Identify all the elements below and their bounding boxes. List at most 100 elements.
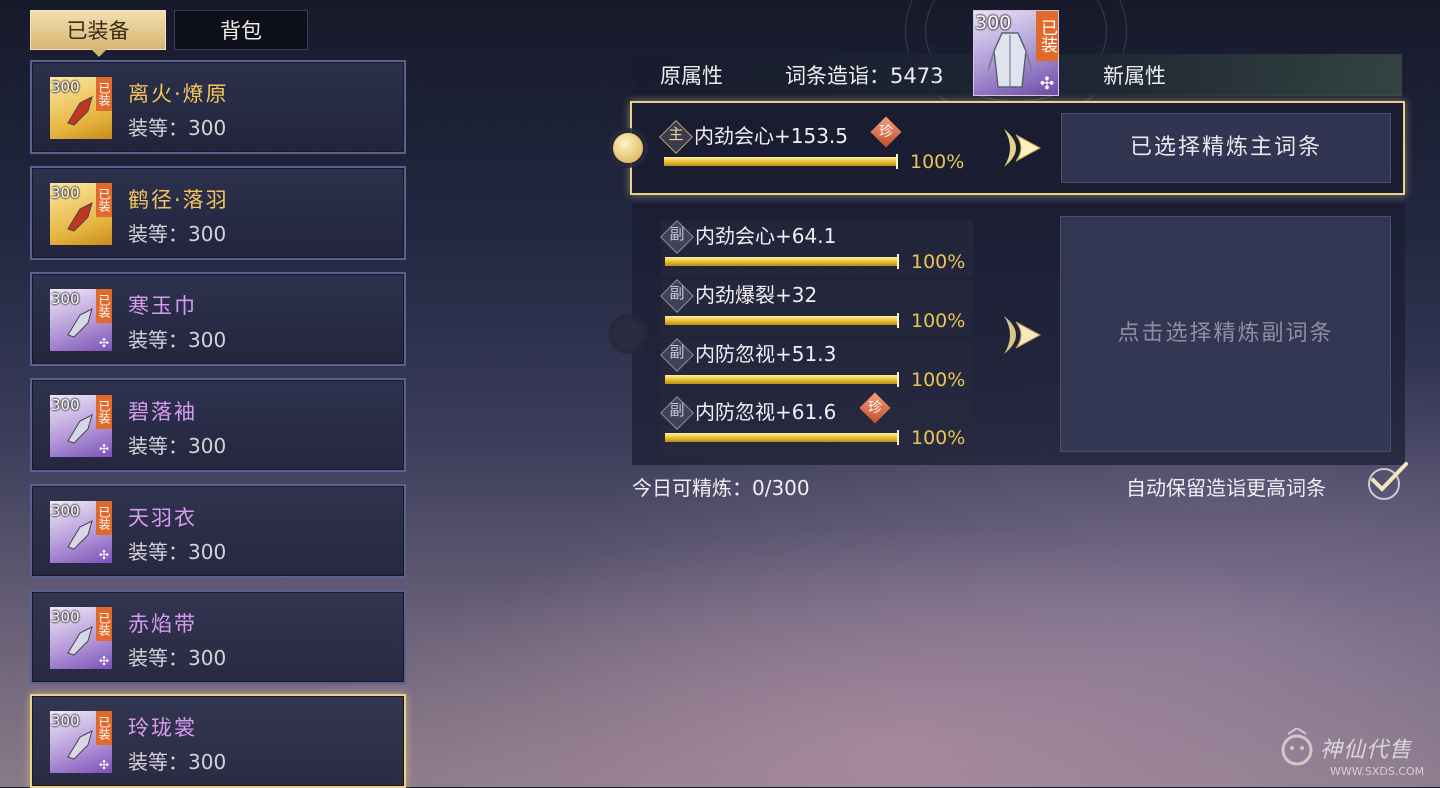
equipped-badge: 已装 [96,501,112,535]
equipment-level: 装等：300 [128,434,227,458]
sub-tag-label: 副 [669,401,685,419]
equipment-name: 玲珑裳 [128,716,197,740]
equipment-art-icon [67,730,93,760]
equipment-icon: 300 已装 ✣ [50,501,112,563]
equipment-name: 鹤径·落羽 [128,188,229,212]
equipment-art-icon [67,520,93,550]
refine-arrow-icon [1004,316,1042,354]
equipment-level: 装等：300 [128,222,227,246]
flower-icon: ✣ [98,336,110,350]
equipment-icon: 300 已装 ✣ [50,607,112,669]
rare-label: 珍 [868,400,882,416]
sub-attribute-row[interactable]: 副内劲爆裂+32 100% [660,279,973,336]
original-attributes-label: 原属性 [660,64,723,88]
equipped-badge: 已装 [96,395,112,429]
sub-attribute-row[interactable]: 副内劲会心+64.1 100% [660,220,973,277]
sub-attribute-text: 内劲会心+64.1 [695,224,837,248]
progress-end-mark [897,313,899,328]
equipment-list-item[interactable]: 300 已装 ✣ 寒玉巾装等：300 [30,272,406,366]
main-selected-indicator [613,133,643,163]
tab-bag[interactable]: 背包 [174,10,308,50]
sub-attribute-text: 内防忽视+51.3 [695,342,837,366]
sub-attribute-text: 内劲爆裂+32 [695,283,818,307]
select-sub-attribute-button[interactable]: 点击选择精炼副词条 [1060,216,1391,452]
equipment-level: 装等：300 [128,328,227,352]
progress-fill [664,157,896,166]
equipment-icon: 300 已装 ✣ [50,289,112,351]
sub-progress-bar [665,313,899,328]
watermark-logo [1281,728,1313,766]
equipment-name: 天羽衣 [128,506,197,530]
equipment-level: 装等：300 [128,540,227,564]
equipment-name: 寒玉巾 [128,294,197,318]
equipment-art-icon [67,202,93,232]
sub-select-indicator [613,319,643,349]
equipment-icon: 300 已装 ✣ [50,395,112,457]
sub-percent-label: 100% [911,251,966,273]
equipment-icon: 300 已装 ✣ [50,711,112,773]
flower-icon: ✣ [98,442,110,456]
sub-tag-label: 副 [669,284,685,302]
main-selected-button[interactable]: 已选择精炼主词条 [1061,113,1391,183]
main-attribute-row[interactable]: 主 内劲会心+153.5 珍 100% [659,116,972,177]
new-attributes-label: 新属性 [1103,64,1166,88]
auto-keep-checkbox[interactable] [1368,462,1408,500]
item-level-number: 300 [51,396,80,414]
sub-attribute-text: 内防忽视+61.6 [695,400,837,424]
equipment-art-icon [67,308,93,338]
main-percent-label: 100% [910,151,965,173]
item-level-number: 300 [51,290,80,308]
rare-label: 珍 [879,124,893,140]
refine-arrow-icon [1004,129,1042,167]
equipped-badge: 已装 [96,289,112,323]
equipment-list-item[interactable]: 300 已装 ✣ 玲珑裳 装等：300 [30,694,406,788]
progress-fill [665,257,897,266]
equipment-list-item[interactable]: 300 已装 ✣ 天羽衣装等：300 [30,484,406,578]
watermark-text: 神仙代售 [1320,738,1413,763]
equipment-icon: 300 已装 [50,77,112,139]
equipment-list-item[interactable]: 300 已装 ✣ 碧落袖装等：300 [30,378,406,472]
equipment-list-item[interactable]: 300 已装 ✣ 赤焰带 装等：300 [30,590,406,684]
equipment-list-item[interactable]: 300 已装 鹤径·落羽 装等：300 [30,166,406,260]
selected-equipment-icon: 300 已装 ✣ [973,10,1059,96]
sub-progress-bar [665,430,899,445]
equipment-art-icon [67,626,93,656]
equipment-list-item[interactable]: 300 已装 离火·燎原 装等：300 [30,60,406,154]
sub-attribute-row[interactable]: 副内防忽视+51.3 100% [660,338,973,395]
item-level-number: 300 [51,78,80,96]
item-level-number: 300 [51,502,80,520]
equipment-name: 赤焰带 [128,612,197,636]
flower-icon: ✣ [98,654,110,668]
daily-refine-count: 今日可精炼：0/300 [632,476,810,500]
sub-percent-label: 100% [911,310,966,332]
sub-tag-label: 副 [669,343,685,361]
progress-end-mark [897,430,899,445]
sub-tag-label: 副 [669,225,685,243]
sub-attribute-row[interactable]: 副内防忽视+61.6 珍 100% [660,392,973,453]
item-level-number: 300 [975,12,1012,34]
sub-progress-bar [665,254,899,269]
equipment-name: 碧落袖 [128,400,197,424]
progress-end-mark [897,254,899,269]
main-attribute-text: 内劲会心+153.5 [694,124,849,148]
tab-equipped[interactable]: 已装备 [30,10,166,57]
progress-fill [665,433,897,442]
main-tag-label: 主 [668,125,684,143]
equipped-badge: 已装 [1036,11,1058,61]
flower-icon: ✣ [98,758,110,772]
progress-fill [665,375,897,384]
equipped-badge: 已装 [96,77,112,111]
equipment-level: 装等：300 [128,116,227,140]
item-level-number: 300 [51,712,80,730]
progress-end-mark [896,154,898,169]
flower-icon: ✣ [1039,74,1055,94]
craft-mastery-label: 词条造诣：5473 [785,64,944,88]
flower-icon: ✣ [98,548,110,562]
sub-percent-label: 100% [911,369,966,391]
equipment-art-icon [67,414,93,444]
main-progress-bar [664,154,898,169]
item-level-number: 300 [51,608,80,626]
robe-icon [988,32,1032,88]
watermark-url: WWW.SXDS.COM [1330,765,1425,778]
equipped-badge: 已装 [96,711,112,745]
